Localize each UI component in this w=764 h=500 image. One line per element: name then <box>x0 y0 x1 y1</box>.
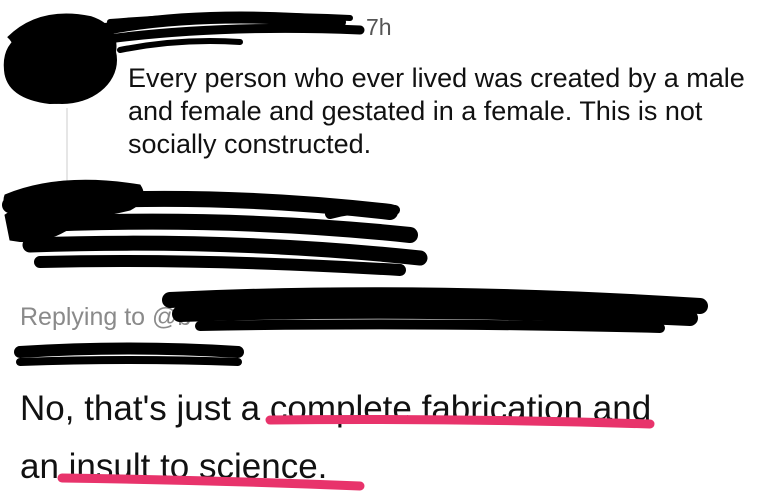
replying-to-and-label: and <box>636 303 678 331</box>
thread-connector-line <box>66 108 68 193</box>
reply-text-line-1: No, that's just a complete fabrication a… <box>20 389 652 428</box>
reply-text-line-2: an insult to science. <box>20 447 328 486</box>
tweet-timestamp[interactable]: 7h <box>366 14 392 41</box>
reply-tweet-text: No, that's just a complete fabrication a… <box>20 380 750 496</box>
redaction-scribble-second-user <box>2 179 428 276</box>
redaction-scribble-username <box>94 11 365 53</box>
replying-to-label[interactable]: Replying to @b <box>20 303 191 332</box>
tweet-text: Every person who ever lived was created … <box>128 63 745 159</box>
redaction-scribble-avatar <box>3 13 117 105</box>
